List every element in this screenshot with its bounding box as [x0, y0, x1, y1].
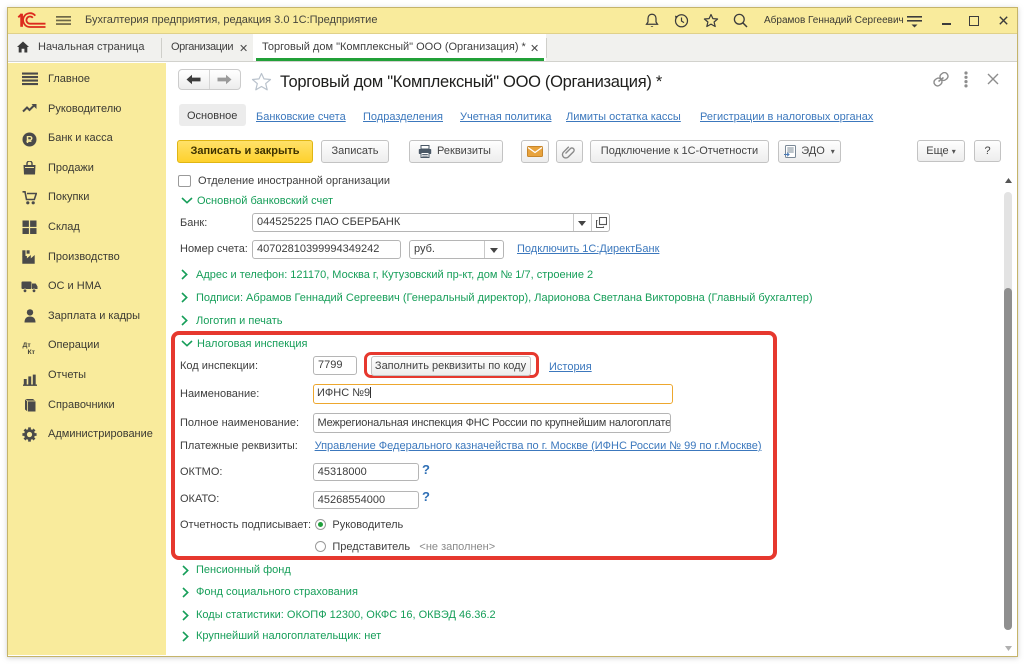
svg-text:P: P: [26, 135, 33, 146]
